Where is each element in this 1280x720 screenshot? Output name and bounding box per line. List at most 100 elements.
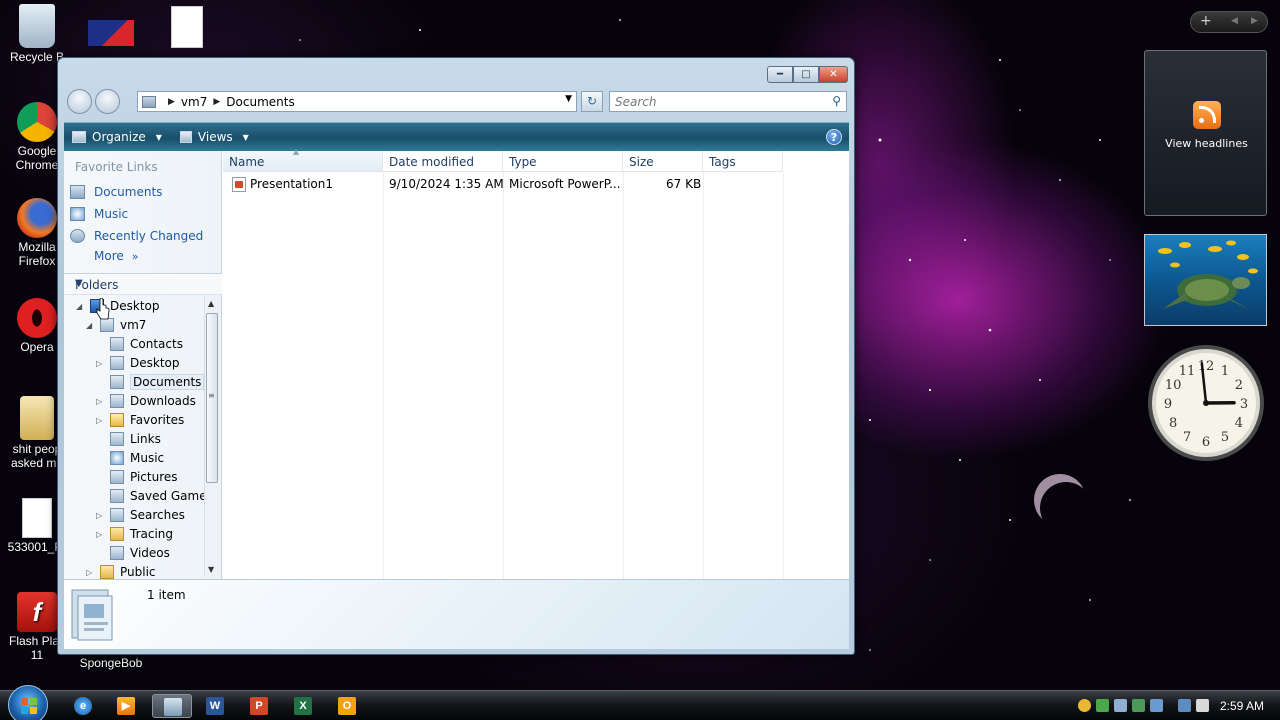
minimize-button[interactable]: ━ [767,66,793,83]
folder-tree-item[interactable]: Pictures [96,468,178,486]
chevron-down-icon: ▼ [75,278,83,289]
slideshow-gadget[interactable] [1144,234,1267,326]
taskbar-media-player-button[interactable]: ▶ [113,694,139,718]
folder-tree-item[interactable]: ▷ Desktop [96,354,180,372]
help-button[interactable]: ? [826,129,842,145]
scroll-down-icon[interactable]: ▼ [208,565,214,574]
folder-tree: ◢ Desktop ◢ vm7 Contacts ▷ Desktop Documents ▷ Do… [64,297,204,579]
check-icon[interactable] [1096,699,1109,712]
column-header-type[interactable]: Type [503,151,623,172]
tree-scrollbar[interactable]: ▲ ≡ ▼ [204,297,219,577]
taskbar-outlook-button[interactable]: O [334,694,360,718]
shield-icon[interactable] [1078,699,1091,712]
chrome-icon [17,102,57,142]
back-button[interactable] [67,89,92,114]
file-size: 67 KB [666,177,702,191]
folder-icon [110,527,124,541]
folder-tree-item[interactable]: ▷ Tracing [96,525,173,543]
search-icon[interactable]: ⚲ [832,94,841,108]
volume-muted-icon[interactable] [1196,699,1209,712]
clock-time[interactable]: 2:59 AM [1220,699,1264,713]
folder-tree-item[interactable]: ◢ Desktop [76,297,160,315]
folder-tree-item[interactable]: ▷ Favorites [96,411,184,429]
desktop-icon-flag[interactable] [74,20,148,48]
close-button[interactable]: ✕ [819,66,848,83]
breadcrumb-vm7[interactable]: vm7 [181,95,207,109]
desktop-icon-spongebob[interactable]: SpongeBob [74,656,148,670]
folder-tree-item[interactable]: Contacts [96,335,183,353]
chevron-right-icon[interactable]: ▶ [1251,16,1258,26]
navigation-pane: Favorite Links Documents Music Recently … [64,151,222,579]
favorite-link-documents[interactable]: Documents [70,183,162,201]
folder-tree-item[interactable]: ▷ Public [86,563,156,579]
folder-icon [110,508,124,522]
favorite-link-recently-changed[interactable]: Recently Changed [70,227,203,245]
sort-arrow-icon: ▲ [293,147,300,156]
taskbar-ie-button[interactable]: e [70,694,96,718]
close-icon: ✕ [829,69,838,80]
breadcrumb-documents[interactable]: Documents [226,95,294,109]
expanded-arrow-icon[interactable]: ◢ [76,302,84,311]
taskbar-word-button[interactable]: W [202,694,228,718]
refresh-button[interactable]: ↻ [581,91,603,112]
folder-tree-item[interactable]: Links [96,430,161,448]
address-bar[interactable]: ▶ vm7 ▶ Documents ▼ [137,91,577,112]
refresh-icon: ↻ [586,94,598,108]
item-count: 1 item [147,588,186,602]
media-player-icon: ▶ [117,697,135,715]
collapsed-arrow-icon[interactable]: ▷ [96,397,104,406]
search-input[interactable] [610,92,810,111]
expanded-arrow-icon[interactable]: ◢ [86,321,94,330]
mouse-cursor-icon [96,298,110,320]
add-gadget-icon[interactable]: + [1200,13,1212,29]
column-label: Date modified [389,155,475,169]
folder-tree-item[interactable]: Saved Games [96,487,204,505]
clock-gadget[interactable]: 1 2 3 4 5 6 7 8 9 10 11 12 [1146,343,1266,463]
opera-icon [17,298,57,338]
taskbar-powerpoint-button[interactable]: P [246,694,272,718]
folder-tree-label: Music [130,451,165,465]
chevron-left-icon[interactable]: ◀ [1231,16,1238,26]
more-links-button[interactable]: More » [94,249,138,263]
collapsed-arrow-icon[interactable]: ▷ [86,568,94,577]
view-headlines-label: View headlines [1165,137,1248,150]
collapsed-arrow-icon[interactable]: ▷ [96,530,104,539]
forward-button[interactable] [95,89,120,114]
column-header-size[interactable]: Size [623,151,703,172]
column-header-name[interactable]: ▲ Name [223,147,383,172]
maximize-button[interactable]: □ [793,66,819,83]
column-header-tags[interactable]: Tags [703,151,783,172]
start-button[interactable] [8,685,48,720]
desktop-icon-blank-file[interactable] [150,6,224,50]
chevron-down-icon[interactable]: ▼ [565,94,572,104]
monitor-icon[interactable] [1150,699,1163,712]
favorite-link-music[interactable]: Music [70,205,128,223]
taskbar-excel-button[interactable]: X [290,694,316,718]
explorer-window: ━ □ ✕ ▶ vm7 ▶ Documents ▼ ↻ ⚲ Organize ▼… [57,57,855,655]
folders-header[interactable]: Folders ▼ [64,273,222,295]
collapsed-arrow-icon[interactable]: ▷ [96,416,104,425]
collapsed-arrow-icon[interactable]: ▷ [96,359,104,368]
folder-tree-item[interactable]: ▷ Searches [96,506,185,524]
views-button[interactable]: Views ▼ [172,130,259,144]
collapsed-arrow-icon[interactable]: ▷ [96,511,104,520]
folder-tree-item[interactable]: Music [96,449,164,467]
people-icon[interactable] [1132,699,1145,712]
folder-tree-item[interactable]: ▷ Downloads [96,392,196,410]
display-icon[interactable] [1178,699,1191,712]
folder-tree-item[interactable]: Documents [96,373,204,391]
file-row[interactable]: Presentation1 9/10/2024 1:35 AM Microsof… [223,175,849,194]
column-label: Size [629,155,654,169]
scroll-up-icon[interactable]: ▲ [208,299,214,308]
folder-tree-label: Links [130,432,161,446]
firefox-icon [17,198,57,238]
network-icon[interactable] [1114,699,1127,712]
folder-tree-item[interactable]: Videos [96,544,170,562]
column-header-date-modified[interactable]: Date modified [383,151,503,172]
organize-button[interactable]: Organize ▼ [64,130,172,144]
feed-headlines-gadget[interactable]: View headlines [1144,50,1267,216]
folder-icon [110,546,124,560]
folder-tree-label: Favorites [130,413,185,427]
desktop-icon-recycle-bin[interactable]: Recycle B [0,4,74,64]
taskbar-explorer-button[interactable] [152,694,192,718]
